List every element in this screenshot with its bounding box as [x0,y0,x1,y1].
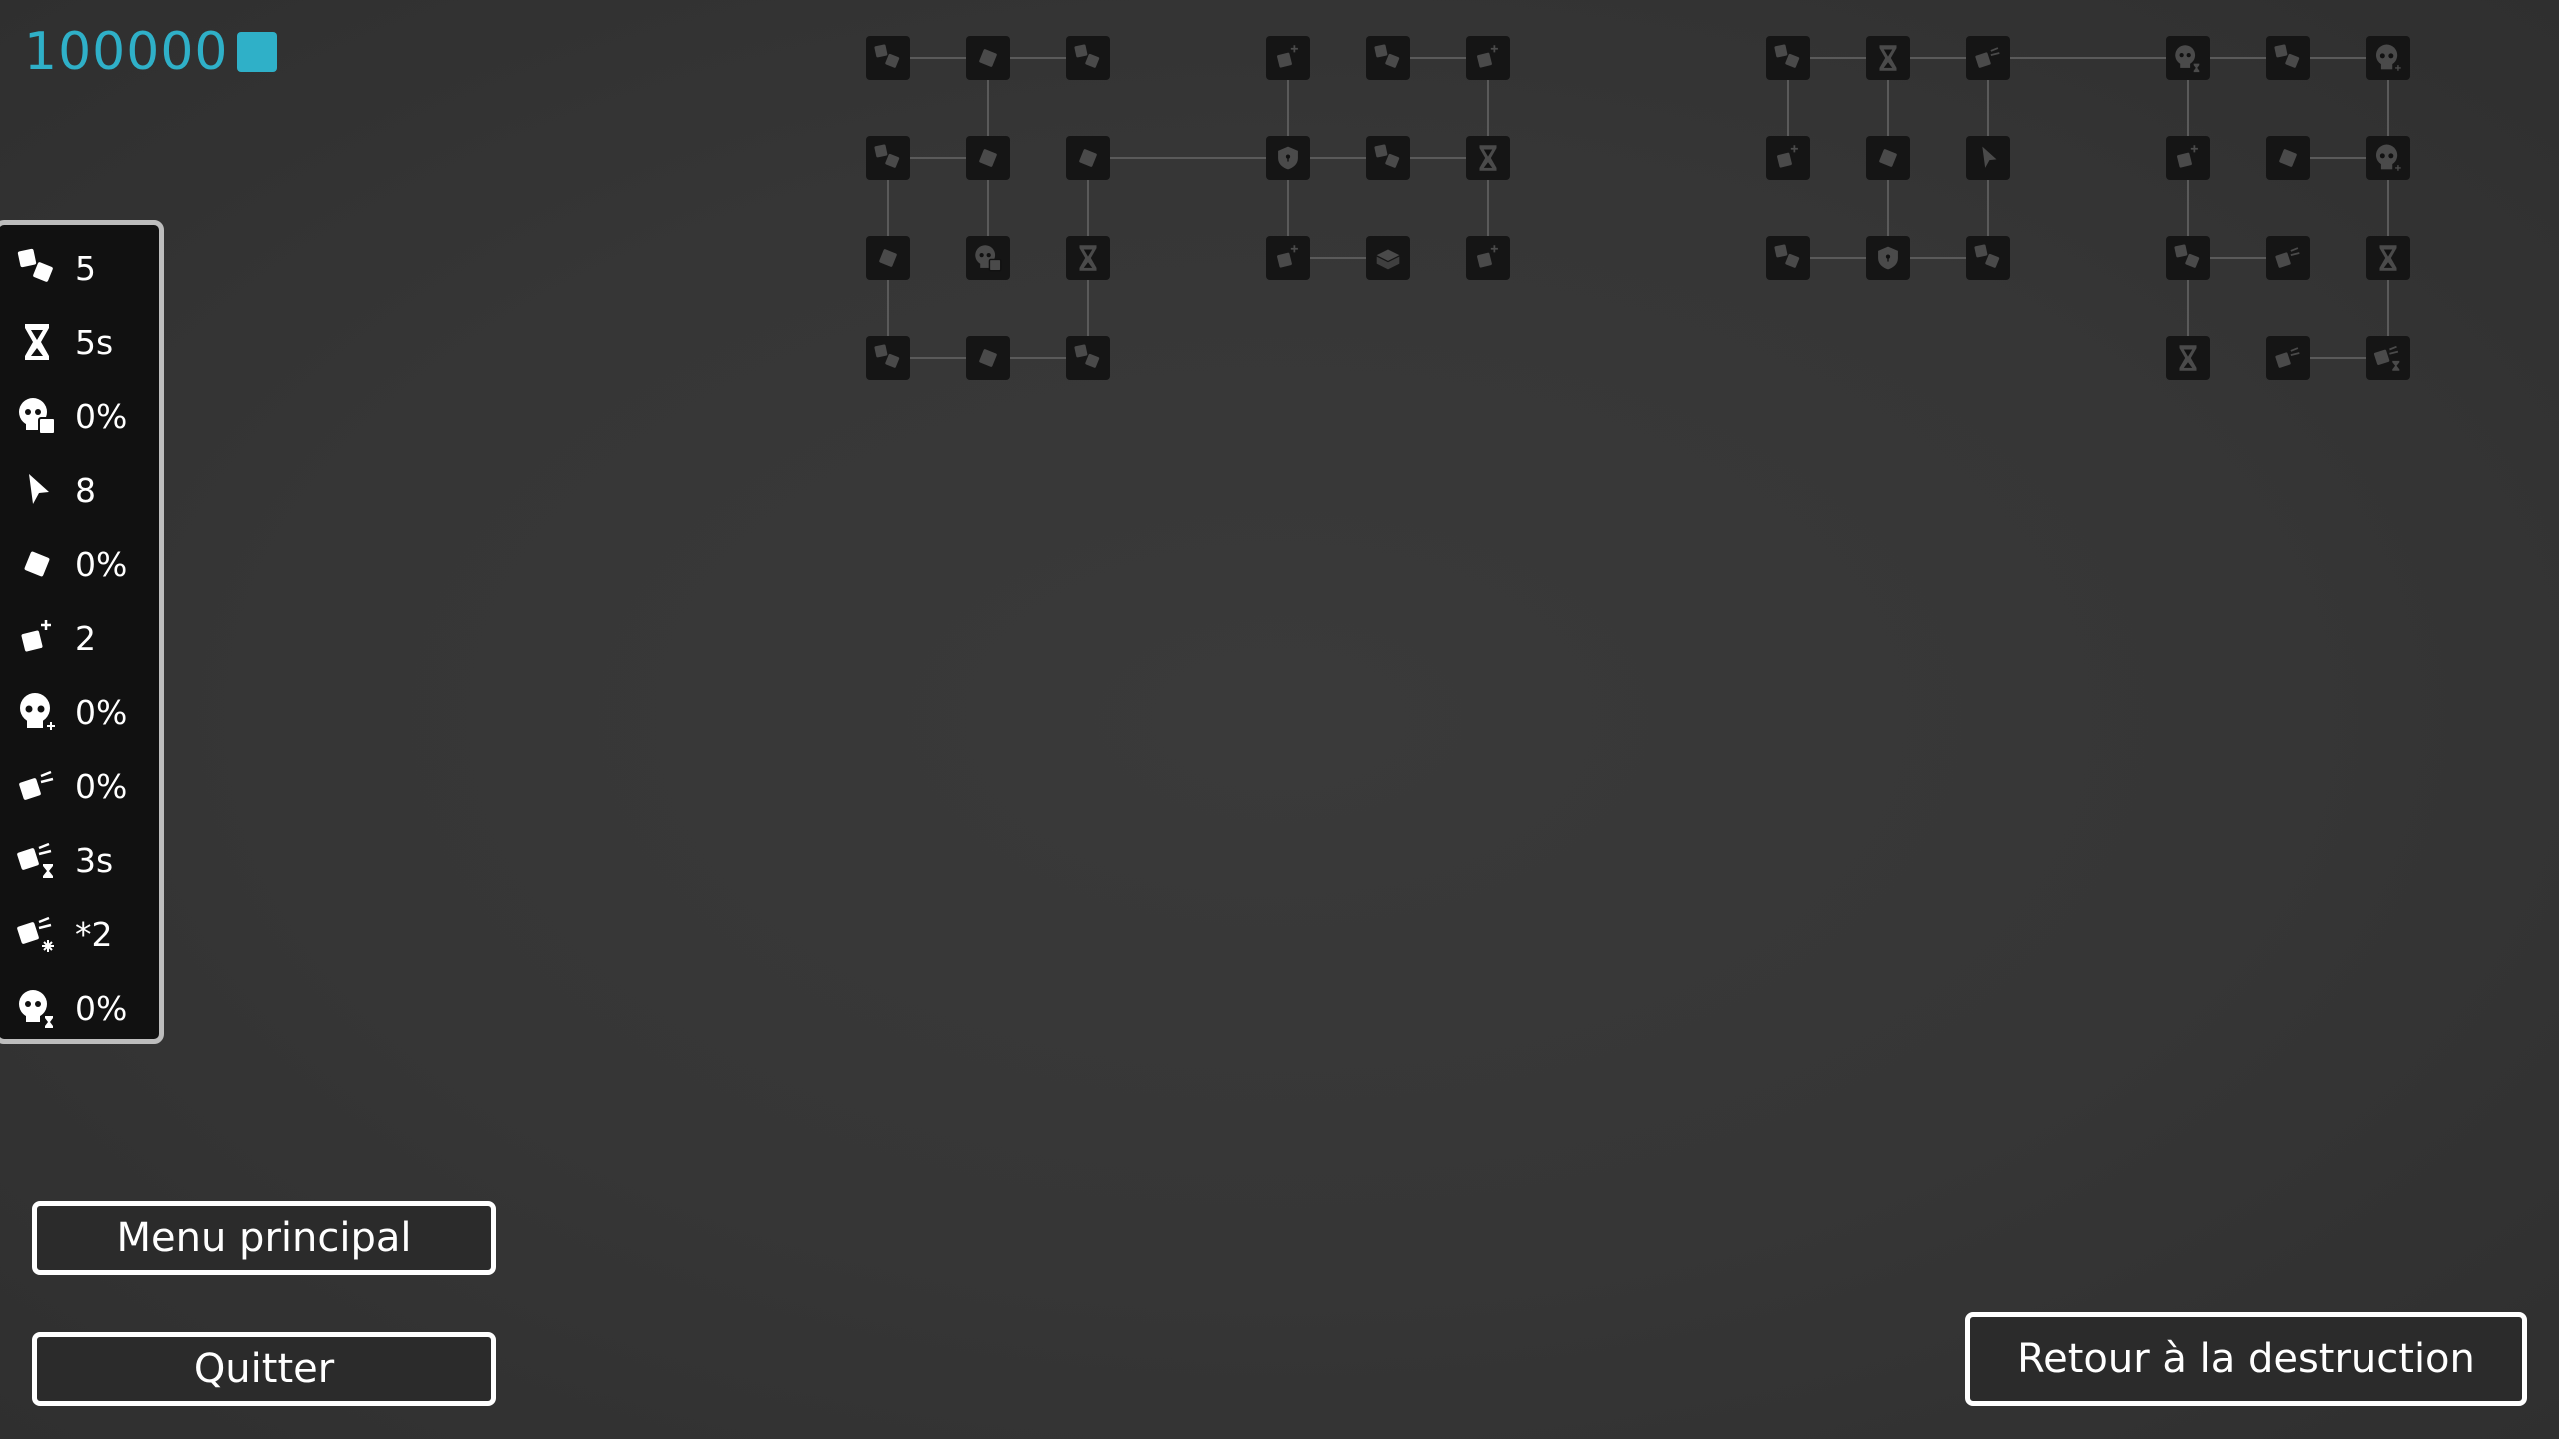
cube-currency-icon [236,32,277,72]
skill-node-cube-speed-icon[interactable] [2266,236,2310,280]
skill-node-skull-plus-icon[interactable] [2366,36,2410,80]
skill-node-hourglass-icon[interactable] [1066,236,1110,280]
skill-node-cursor-icon[interactable] [1966,136,2010,180]
skill-node-cube-icon[interactable] [966,336,1010,380]
skill-node-cube-icon[interactable] [2266,136,2310,180]
skull-plus-icon [20,693,55,730]
skill-node-cube-plus-icon[interactable] [2166,136,2210,180]
skill-node-cubes-icon[interactable] [2166,236,2210,280]
skill-node-cube-plus-icon[interactable] [1466,36,1510,80]
stat-row: 5s [13,317,113,367]
skill-node-hourglass-icon[interactable] [2366,236,2410,280]
skill-node-cube-plus-icon[interactable] [1766,136,1810,180]
stat-row: 3s [13,835,113,885]
quit-button-label: Quitter [193,1346,335,1392]
skill-node-cubes-icon[interactable] [1766,36,1810,80]
skill-node-cube-icon[interactable] [1066,136,1110,180]
skill-node-cube-plus-icon[interactable] [1466,236,1510,280]
stat-row: *2 [13,909,113,959]
cube-speed-hourglass-icon [17,842,53,878]
skill-node-cubes-icon[interactable] [866,136,910,180]
stat-value: 0% [75,692,128,732]
skill-node-cube-plus-icon[interactable] [1266,36,1310,80]
stat-value: 5 [75,248,96,288]
skull-cube-icon [19,398,56,435]
cubes-icon [17,248,53,282]
skill-node-cubes-icon[interactable] [1066,336,1110,380]
stat-row: 5 [13,243,96,293]
stat-value: 0% [75,544,128,584]
quit-button[interactable]: Quitter [32,1332,496,1406]
skull-hourglass-icon [19,990,53,1028]
skill-node-cube-speed-icon[interactable] [1966,36,2010,80]
hourglass-icon [25,324,49,360]
stat-value: 5s [75,322,114,362]
currency-amount: 100000 [24,22,229,82]
stat-row: 0% [13,391,127,441]
cursor-icon [29,474,49,504]
skill-node-skull-hourglass-icon[interactable] [2166,36,2210,80]
skill-node-hourglass-icon[interactable] [1866,36,1910,80]
stat-value: 8 [75,470,96,510]
currency-display: 100000 [24,22,277,82]
stat-row: 0% [13,687,127,737]
skill-node-cube-icon[interactable] [966,136,1010,180]
stat-value: 2 [75,618,96,658]
skill-node-hourglass-icon[interactable] [1466,136,1510,180]
skill-node-cube-icon[interactable] [866,236,910,280]
stat-row: 0% [13,539,127,589]
cube-plus-icon [21,620,51,652]
skill-node-skull-cube-icon[interactable] [966,236,1010,280]
cube-speed-icon [19,770,54,800]
stats-panel: 5 5s 0% 8 0% 2 0% 0% 3s *2 0% [0,220,164,1044]
main-menu-button-label: Menu principal [116,1215,412,1261]
skill-node-skull-plus-icon[interactable] [2366,136,2410,180]
skill-node-cube-icon[interactable] [1866,136,1910,180]
skill-node-cube-speed-hourglass-icon[interactable] [2366,336,2410,380]
skill-node-cubes-icon[interactable] [1066,36,1110,80]
skill-node-cubes-icon[interactable] [866,336,910,380]
stat-row: 8 [13,465,96,515]
back-to-destruction-label: Retour à la destruction [2017,1336,2475,1382]
skill-node-cubes-icon[interactable] [1966,236,2010,280]
skill-node-cubes-icon[interactable] [1766,236,1810,280]
stat-value: *2 [75,914,113,954]
skill-node-cube-icon[interactable] [966,36,1010,80]
skill-node-cubes-icon[interactable] [1366,36,1410,80]
stat-value: 0% [75,396,128,436]
stat-row: 2 [13,613,96,663]
skill-node-shield-icon[interactable] [1266,136,1310,180]
skill-node-shield-icon[interactable] [1866,236,1910,280]
stat-row: 0% [13,761,127,811]
stat-value: 0% [75,766,128,806]
skill-node-cube-plus-icon[interactable] [1266,236,1310,280]
stat-value: 0% [75,988,128,1028]
main-menu-button[interactable]: Menu principal [32,1201,496,1275]
skill-node-cube-speed-icon[interactable] [2266,336,2310,380]
back-to-destruction-button[interactable]: Retour à la destruction [1965,1312,2527,1406]
skill-node-chest-icon[interactable] [1366,236,1410,280]
stat-row: 0% [13,983,127,1033]
stat-value: 3s [75,840,114,880]
skill-node-cubes-icon[interactable] [866,36,910,80]
skill-node-hourglass-icon[interactable] [2166,336,2210,380]
cube-icon [24,551,50,577]
skill-node-cubes-icon[interactable] [1366,136,1410,180]
skill-node-cubes-icon[interactable] [2266,36,2310,80]
cube-speed-star-icon [17,916,54,952]
